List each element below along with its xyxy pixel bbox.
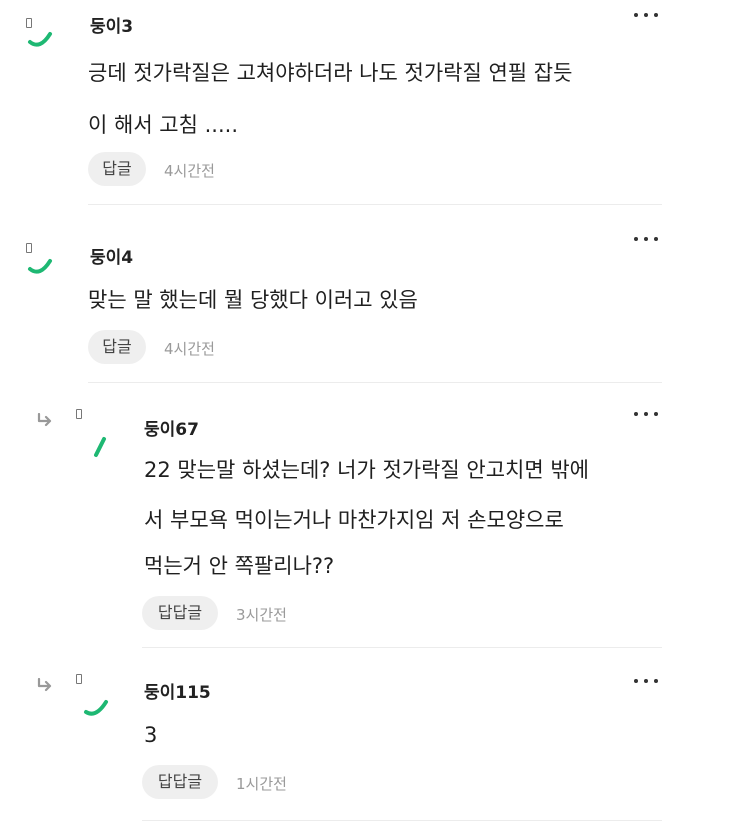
comment-item: 둥이4 맞는 말 했는데 뭘 당했다 이러고 있음 답글 4시간전 xyxy=(0,205,754,385)
comment-time: 3시간전 xyxy=(236,606,287,624)
avatar-icon[interactable] xyxy=(76,674,108,716)
comment-author[interactable]: 둥이115 xyxy=(144,678,211,703)
comment-item: 둥이3 긍데 젓가락질은 고쳐야하더라 나도 젓가락질 연필 잡듯 이 해서 고… xyxy=(0,0,754,205)
avatar-icon[interactable] xyxy=(26,243,52,274)
avatar-icon[interactable] xyxy=(76,409,106,457)
comment-author[interactable]: 둥이67 xyxy=(144,415,199,440)
reply-comment-item: 둥이67 22 맞는말 하셨는데? 너가 젓가락질 안고치면 밖에 서 부모욕 … xyxy=(0,385,754,650)
comment-author[interactable]: 둥이4 xyxy=(90,243,133,268)
more-options-icon[interactable] xyxy=(634,10,660,20)
more-options-icon[interactable] xyxy=(634,409,660,419)
divider xyxy=(142,647,662,648)
comment-text-line: 긍데 젓가락질은 고쳐야하더라 나도 젓가락질 연필 잡듯 xyxy=(88,61,573,85)
comment-text-line: 맞는 말 했는데 뭘 당했다 이러고 있음 xyxy=(88,288,418,312)
reply-comment-item: 둥이115 3 답답글 1시간전 xyxy=(0,650,754,825)
comment-text-line: 이 해서 고침 ..... xyxy=(88,113,239,137)
avatar-icon[interactable] xyxy=(26,18,52,47)
reply-button[interactable]: 답글 xyxy=(88,152,146,186)
more-options-icon[interactable] xyxy=(634,234,660,244)
more-options-icon[interactable] xyxy=(634,676,660,686)
comment-time: 1시간전 xyxy=(236,775,287,793)
comment-text-line: 서 부모욕 먹이는거나 마찬가지임 저 손모양으로 xyxy=(144,508,564,532)
reply-to-reply-button[interactable]: 답답글 xyxy=(142,596,218,630)
comment-time: 4시간전 xyxy=(164,340,215,358)
divider xyxy=(142,820,662,821)
divider xyxy=(88,382,662,383)
comment-text-line: 3 xyxy=(144,723,158,747)
reply-button[interactable]: 답글 xyxy=(88,330,146,364)
reply-arrow-icon xyxy=(37,413,52,427)
reply-arrow-icon xyxy=(37,678,52,692)
comment-text-line: 먹는거 안 쪽팔리나?? xyxy=(144,554,335,578)
comment-author[interactable]: 둥이3 xyxy=(90,12,133,37)
comment-time: 4시간전 xyxy=(164,162,215,180)
comment-text-line: 22 맞는말 하셨는데? 너가 젓가락질 안고치면 밖에 xyxy=(144,458,589,482)
reply-to-reply-button[interactable]: 답답글 xyxy=(142,765,218,799)
